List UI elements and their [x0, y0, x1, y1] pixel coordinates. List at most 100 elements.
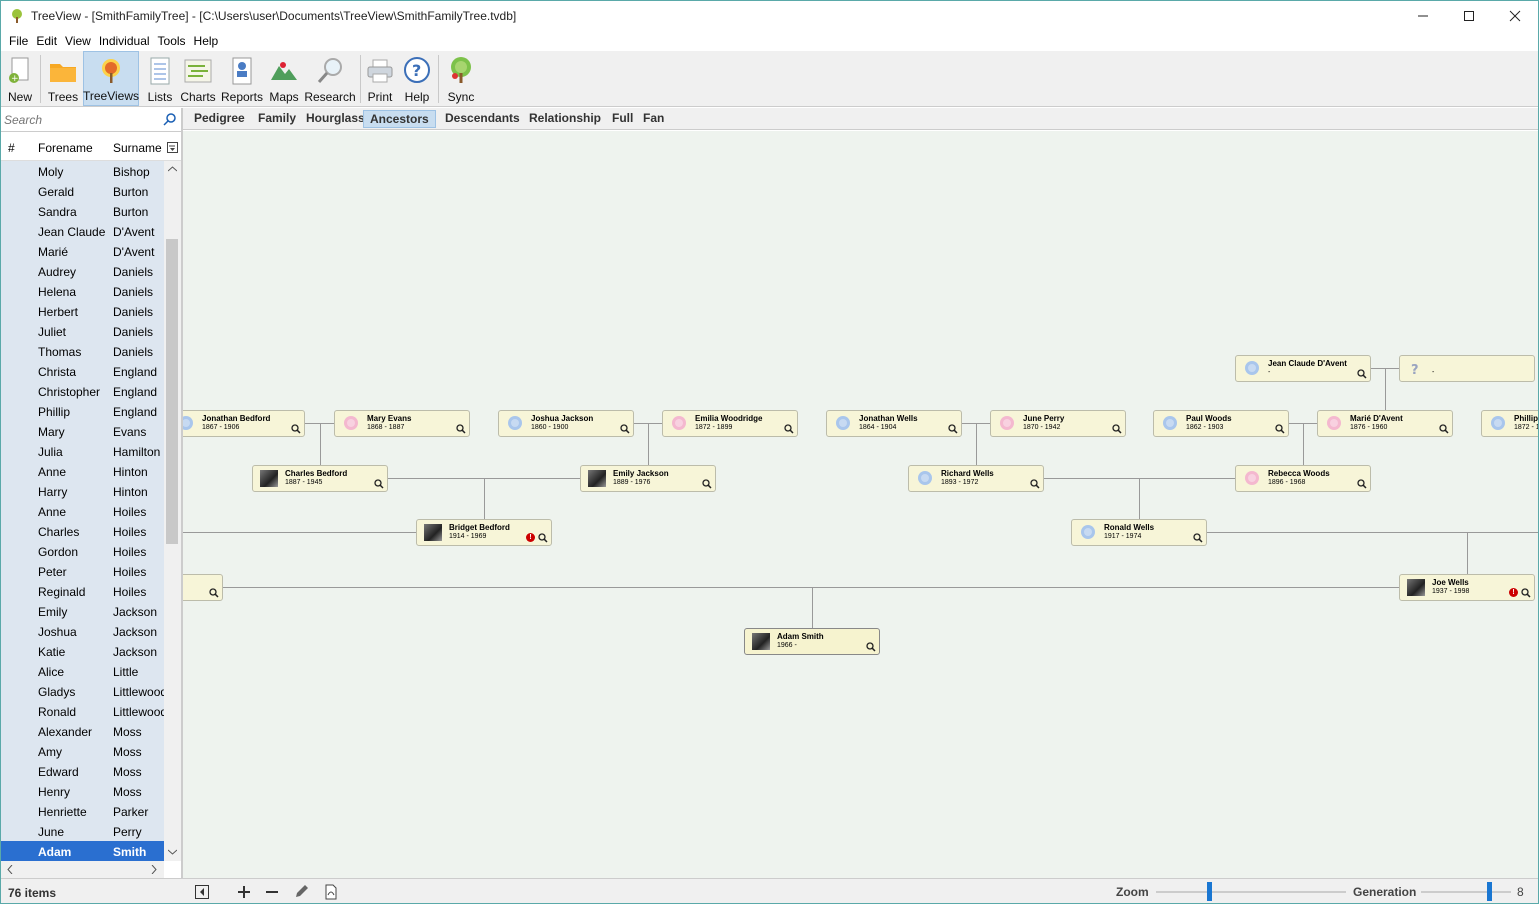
- zoom-person-icon[interactable]: [1193, 532, 1203, 546]
- menu-view[interactable]: View: [61, 32, 95, 50]
- list-item[interactable]: Reginald Hoiles: [1, 581, 164, 601]
- list-item[interactable]: Amy Moss: [1, 741, 164, 761]
- tree-canvas[interactable]: Jonathan Bedford 1867 - 1906 Mary Evans 186…: [183, 131, 1538, 878]
- list-horizontal-scrollbar[interactable]: [1, 861, 164, 878]
- person-card[interactable]: Emily Jackson 1889 - 1976: [580, 465, 716, 492]
- list-item[interactable]: Ronald Littlewood: [1, 701, 165, 721]
- tab-relationship[interactable]: Relationship: [523, 110, 607, 128]
- person-card[interactable]: Joshua Jackson 1860 - 1900: [498, 410, 634, 437]
- search-input[interactable]: [1, 109, 151, 130]
- trees-button[interactable]: Trees: [45, 51, 81, 106]
- generation-slider-track[interactable]: [1421, 891, 1511, 893]
- person-card[interactable]: Rebecca Woods 1896 - 1968: [1235, 465, 1371, 492]
- zoom-person-icon[interactable]: [702, 478, 712, 492]
- edit-pencil-icon[interactable]: [293, 884, 309, 900]
- person-card[interactable]: ? -: [1399, 355, 1535, 382]
- pdf-icon[interactable]: [323, 884, 339, 900]
- zoom-person-icon[interactable]: [1112, 423, 1122, 437]
- zoom-person-icon[interactable]: [620, 423, 630, 437]
- list-item[interactable]: Joshua Jackson: [1, 621, 164, 641]
- column-surname[interactable]: Surname: [113, 141, 162, 155]
- tab-pedigree[interactable]: Pedigree: [188, 110, 251, 128]
- list-item[interactable]: Alexander Moss: [1, 721, 164, 741]
- person-card[interactable]: Joe Wells 1937 - 1998!: [1399, 574, 1535, 601]
- list-item[interactable]: Alice Little: [1, 661, 164, 681]
- zoom-person-icon[interactable]: [209, 587, 219, 601]
- list-item[interactable]: Peter Hoiles: [1, 561, 164, 581]
- menu-help[interactable]: Help: [190, 32, 223, 50]
- person-card[interactable]: Richard Wells 1893 - 1972: [908, 465, 1044, 492]
- list-item[interactable]: Emily Jackson: [1, 601, 164, 621]
- menu-tools[interactable]: Tools: [154, 32, 190, 50]
- maximize-button[interactable]: [1446, 1, 1492, 31]
- scroll-up-icon[interactable]: [168, 166, 177, 172]
- list-item[interactable]: Adam Smith: [1, 841, 164, 861]
- column-number[interactable]: #: [8, 141, 15, 155]
- person-card[interactable]: June Perry 1870 - 1942: [990, 410, 1126, 437]
- tab-ancestors[interactable]: Ancestors: [363, 110, 436, 128]
- zoom-person-icon[interactable]: [1275, 423, 1285, 437]
- list-item[interactable]: Herbert Daniels: [1, 301, 164, 321]
- list-item[interactable]: Harry Hinton: [1, 481, 164, 501]
- tab-full[interactable]: Full: [606, 110, 639, 128]
- list-item[interactable]: Thomas Daniels: [1, 341, 164, 361]
- list-item[interactable]: Anne Hoiles: [1, 501, 164, 521]
- menu-file[interactable]: File: [5, 32, 32, 50]
- tab-fan[interactable]: Fan: [637, 110, 670, 128]
- person-card[interactable]: Phillip E1872 - 1: [1481, 410, 1538, 437]
- list-item[interactable]: Henriette Parker: [1, 801, 164, 821]
- list-item[interactable]: Gladys Littlewood: [1, 681, 165, 701]
- menu-individual[interactable]: Individual: [95, 32, 154, 50]
- list-item[interactable]: Jean Claude D'Avent: [1, 221, 164, 241]
- zoom-person-icon[interactable]: [1030, 478, 1040, 492]
- scroll-thumb[interactable]: [166, 239, 178, 544]
- column-forename[interactable]: Forename: [38, 141, 93, 155]
- generation-slider-thumb[interactable]: [1487, 882, 1492, 901]
- person-card[interactable]: Emilia Woodridge 1872 - 1899: [662, 410, 798, 437]
- zoom-person-icon[interactable]: [866, 641, 876, 655]
- list-vertical-scrollbar[interactable]: [164, 161, 181, 861]
- menu-edit[interactable]: Edit: [32, 32, 61, 50]
- person-card[interactable]: Adam Smith 1966 -: [744, 628, 880, 655]
- help-button[interactable]: ? Help: [400, 51, 434, 106]
- list-item[interactable]: Moly Bishop: [1, 161, 164, 181]
- close-button[interactable]: [1492, 1, 1538, 31]
- list-item[interactable]: Henry Moss: [1, 781, 164, 801]
- list-item[interactable]: Gerald Burton: [1, 181, 164, 201]
- print-button[interactable]: Print: [364, 51, 396, 106]
- lists-button[interactable]: Lists: [144, 51, 176, 106]
- person-card[interactable]: Marié D'Avent 1876 - 1960: [1317, 410, 1453, 437]
- minimize-button[interactable]: [1400, 1, 1446, 31]
- list-item[interactable]: Phillip England: [1, 401, 164, 421]
- list-item[interactable]: Katie Jackson: [1, 641, 164, 661]
- zoom-person-icon[interactable]: [1521, 587, 1531, 601]
- list-item[interactable]: June Perry: [1, 821, 164, 841]
- list-item[interactable]: Helena Daniels: [1, 281, 164, 301]
- person-card[interactable]: Ronald Wells 1917 - 1974: [1071, 519, 1207, 546]
- scroll-down-icon[interactable]: [168, 849, 177, 855]
- zoom-person-icon[interactable]: [1357, 368, 1367, 382]
- tab-hourglass[interactable]: Hourglass: [300, 110, 371, 128]
- scroll-left-icon[interactable]: [7, 865, 13, 874]
- search-icon[interactable]: [163, 112, 177, 126]
- list-item[interactable]: Julia Hamilton: [1, 441, 164, 461]
- zoom-person-icon[interactable]: [291, 423, 301, 437]
- list-item[interactable]: Edward Moss: [1, 761, 164, 781]
- list-item[interactable]: Anne Hinton: [1, 461, 164, 481]
- list-item[interactable]: Christopher England: [1, 381, 164, 401]
- remove-icon[interactable]: [264, 884, 280, 900]
- warning-icon[interactable]: !: [526, 533, 535, 542]
- list-item[interactable]: Juliet Daniels: [1, 321, 164, 341]
- list-item[interactable]: Christa England: [1, 361, 164, 381]
- reports-button[interactable]: Reports: [220, 51, 264, 106]
- list-item[interactable]: Mary Evans: [1, 421, 164, 441]
- maps-button[interactable]: Maps: [267, 51, 301, 106]
- warning-icon[interactable]: !: [1509, 588, 1518, 597]
- new-button[interactable]: + New: [4, 51, 36, 106]
- person-card[interactable]: Paul Woods 1862 - 1903: [1153, 410, 1289, 437]
- person-card[interactable]: Mary Evans 1868 - 1887: [334, 410, 470, 437]
- zoom-person-icon[interactable]: [538, 532, 548, 546]
- list-item[interactable]: Audrey Daniels: [1, 261, 164, 281]
- sync-button[interactable]: Sync: [443, 51, 479, 106]
- tab-descendants[interactable]: Descendants: [439, 110, 526, 128]
